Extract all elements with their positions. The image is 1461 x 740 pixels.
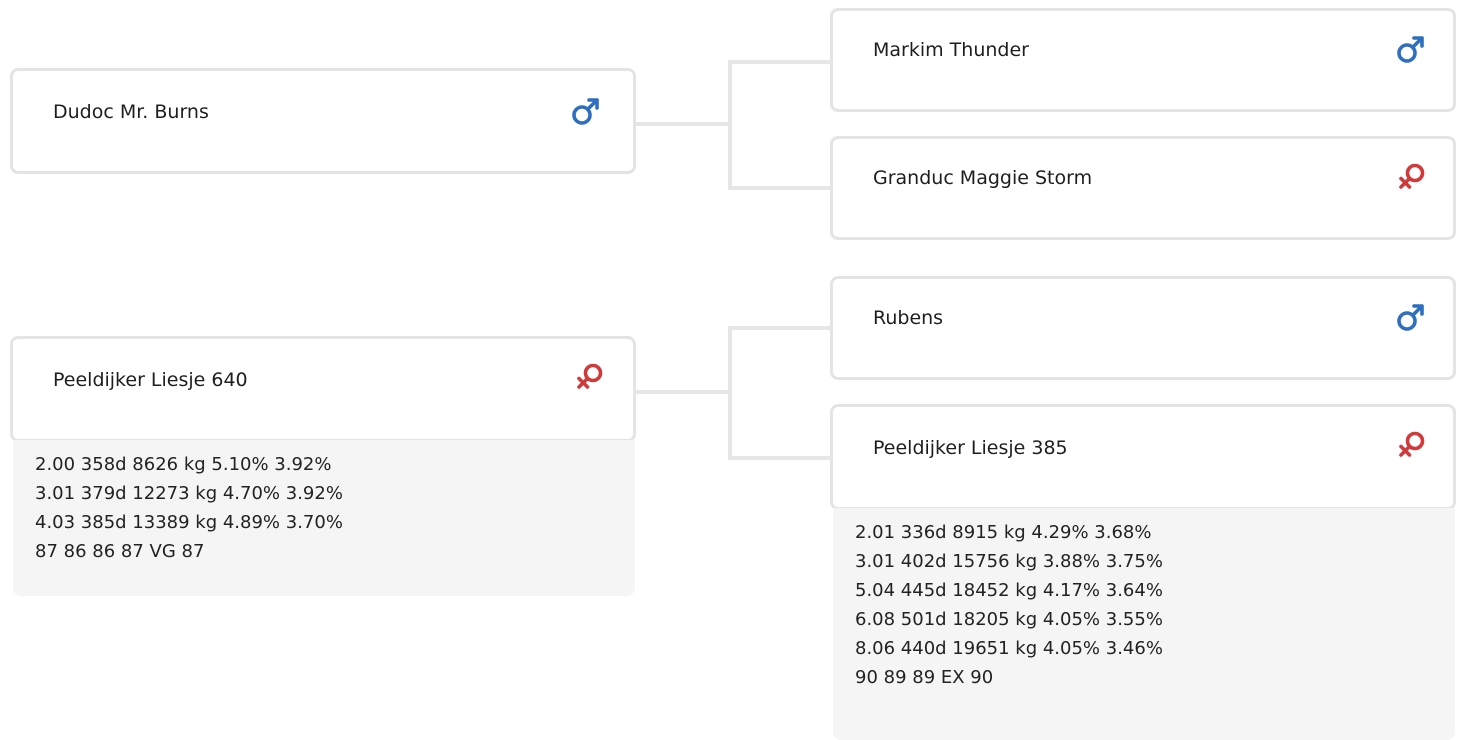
stats-line: 2.01 336d 8915 kg 4.29% 3.68% (855, 522, 1152, 543)
pedigree-card-maternal-granddam[interactable]: Peeldijker Liesje 385 (830, 404, 1456, 510)
connector-burns-stub (634, 122, 730, 126)
connector-liesje640-vertical (728, 326, 732, 460)
animal-name: Peeldijker Liesje 385 (873, 437, 1068, 459)
male-icon (1395, 33, 1427, 65)
female-icon (573, 361, 605, 393)
connector-liesje640-bottom (728, 456, 830, 460)
stats-line: 87 86 86 87 VG 87 (35, 541, 205, 562)
stats-line: 5.04 445d 18452 kg 4.17% 3.64% (855, 580, 1163, 601)
stats-line: 4.03 385d 13389 kg 4.89% 3.70% (35, 512, 343, 533)
connector-liesje640-stub (634, 390, 730, 394)
animal-name: Peeldijker Liesje 640 (53, 369, 248, 391)
female-icon (1395, 429, 1427, 461)
stats-line: 3.01 379d 12273 kg 4.70% 3.92% (35, 483, 343, 504)
pedigree-card-paternal-granddam[interactable]: Granduc Maggie Storm (830, 136, 1456, 240)
male-icon (570, 95, 602, 127)
stats-line: 6.08 501d 18205 kg 4.05% 3.55% (855, 609, 1163, 630)
stats-line: 2.00 358d 8626 kg 5.10% 3.92% (35, 454, 332, 475)
animal-name: Dudoc Mr. Burns (53, 101, 209, 123)
performance-stats: 2.00 358d 8626 kg 5.10% 3.92% 3.01 379d … (13, 440, 635, 596)
female-icon (1395, 161, 1427, 193)
pedigree-card-dam[interactable]: Peeldijker Liesje 640 (10, 336, 636, 442)
pedigree-card-sire[interactable]: Dudoc Mr. Burns (10, 68, 636, 174)
performance-stats: 2.01 336d 8915 kg 4.29% 3.68% 3.01 402d … (833, 508, 1455, 740)
connector-liesje640-top (728, 326, 830, 330)
stats-line: 90 89 89 EX 90 (855, 667, 994, 688)
stats-line: 3.01 402d 15756 kg 3.88% 3.75% (855, 551, 1163, 572)
animal-name: Markim Thunder (873, 39, 1029, 61)
connector-burns-bottom (728, 186, 830, 190)
male-icon (1395, 301, 1427, 333)
animal-name: Rubens (873, 307, 944, 329)
pedigree-card-maternal-grandsire[interactable]: Rubens (830, 276, 1456, 380)
animal-name: Granduc Maggie Storm (873, 167, 1093, 189)
pedigree-card-paternal-grandsire[interactable]: Markim Thunder (830, 8, 1456, 112)
stats-line: 8.06 440d 19651 kg 4.05% 3.46% (855, 638, 1163, 659)
connector-burns-top (728, 60, 830, 64)
connector-burns-vertical (728, 60, 732, 190)
